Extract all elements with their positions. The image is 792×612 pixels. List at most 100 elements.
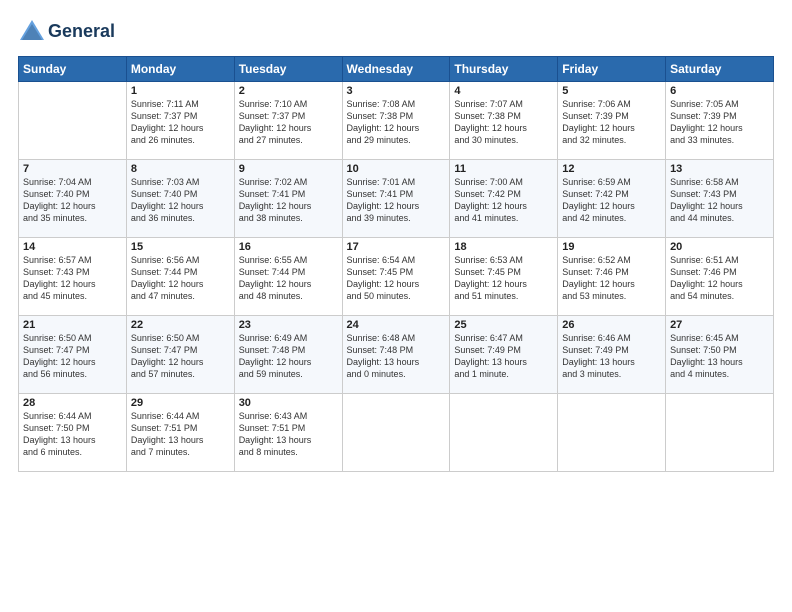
day-number: 22: [131, 319, 230, 331]
calendar-cell: 14Sunrise: 6:57 AM Sunset: 7:43 PM Dayli…: [19, 238, 127, 316]
day-number: 27: [670, 319, 769, 331]
header-row: SundayMondayTuesdayWednesdayThursdayFrid…: [19, 57, 774, 82]
day-number: 30: [239, 397, 338, 409]
calendar-cell: 27Sunrise: 6:45 AM Sunset: 7:50 PM Dayli…: [666, 316, 774, 394]
calendar-cell: 20Sunrise: 6:51 AM Sunset: 7:46 PM Dayli…: [666, 238, 774, 316]
day-content: Sunrise: 7:06 AM Sunset: 7:39 PM Dayligh…: [562, 98, 661, 147]
day-content: Sunrise: 7:11 AM Sunset: 7:37 PM Dayligh…: [131, 98, 230, 147]
day-number: 2: [239, 85, 338, 97]
day-content: Sunrise: 6:57 AM Sunset: 7:43 PM Dayligh…: [23, 254, 122, 303]
day-content: Sunrise: 6:44 AM Sunset: 7:50 PM Dayligh…: [23, 410, 122, 459]
day-content: Sunrise: 7:02 AM Sunset: 7:41 PM Dayligh…: [239, 176, 338, 225]
day-content: Sunrise: 6:43 AM Sunset: 7:51 PM Dayligh…: [239, 410, 338, 459]
day-number: 28: [23, 397, 122, 409]
calendar-cell: 15Sunrise: 6:56 AM Sunset: 7:44 PM Dayli…: [126, 238, 234, 316]
week-row-2: 7Sunrise: 7:04 AM Sunset: 7:40 PM Daylig…: [19, 160, 774, 238]
day-content: Sunrise: 7:03 AM Sunset: 7:40 PM Dayligh…: [131, 176, 230, 225]
week-row-1: 1Sunrise: 7:11 AM Sunset: 7:37 PM Daylig…: [19, 82, 774, 160]
day-number: 23: [239, 319, 338, 331]
day-number: 3: [347, 85, 446, 97]
calendar-cell: [19, 82, 127, 160]
col-header-wednesday: Wednesday: [342, 57, 450, 82]
calendar-cell: 1Sunrise: 7:11 AM Sunset: 7:37 PM Daylig…: [126, 82, 234, 160]
calendar-cell: [450, 394, 558, 472]
day-content: Sunrise: 6:47 AM Sunset: 7:49 PM Dayligh…: [454, 332, 553, 381]
day-number: 21: [23, 319, 122, 331]
day-number: 13: [670, 163, 769, 175]
calendar-cell: 28Sunrise: 6:44 AM Sunset: 7:50 PM Dayli…: [19, 394, 127, 472]
calendar-cell: 12Sunrise: 6:59 AM Sunset: 7:42 PM Dayli…: [558, 160, 666, 238]
calendar-cell: 19Sunrise: 6:52 AM Sunset: 7:46 PM Dayli…: [558, 238, 666, 316]
calendar-cell: 25Sunrise: 6:47 AM Sunset: 7:49 PM Dayli…: [450, 316, 558, 394]
day-content: Sunrise: 7:10 AM Sunset: 7:37 PM Dayligh…: [239, 98, 338, 147]
calendar-cell: 23Sunrise: 6:49 AM Sunset: 7:48 PM Dayli…: [234, 316, 342, 394]
day-content: Sunrise: 6:52 AM Sunset: 7:46 PM Dayligh…: [562, 254, 661, 303]
day-number: 26: [562, 319, 661, 331]
day-content: Sunrise: 6:51 AM Sunset: 7:46 PM Dayligh…: [670, 254, 769, 303]
week-row-4: 21Sunrise: 6:50 AM Sunset: 7:47 PM Dayli…: [19, 316, 774, 394]
day-number: 11: [454, 163, 553, 175]
day-number: 4: [454, 85, 553, 97]
day-content: Sunrise: 6:48 AM Sunset: 7:48 PM Dayligh…: [347, 332, 446, 381]
day-number: 7: [23, 163, 122, 175]
calendar-cell: 7Sunrise: 7:04 AM Sunset: 7:40 PM Daylig…: [19, 160, 127, 238]
day-content: Sunrise: 6:45 AM Sunset: 7:50 PM Dayligh…: [670, 332, 769, 381]
calendar-cell: 5Sunrise: 7:06 AM Sunset: 7:39 PM Daylig…: [558, 82, 666, 160]
calendar-cell: 3Sunrise: 7:08 AM Sunset: 7:38 PM Daylig…: [342, 82, 450, 160]
col-header-monday: Monday: [126, 57, 234, 82]
calendar-cell: 2Sunrise: 7:10 AM Sunset: 7:37 PM Daylig…: [234, 82, 342, 160]
calendar-table: SundayMondayTuesdayWednesdayThursdayFrid…: [18, 56, 774, 472]
week-row-5: 28Sunrise: 6:44 AM Sunset: 7:50 PM Dayli…: [19, 394, 774, 472]
calendar-cell: 9Sunrise: 7:02 AM Sunset: 7:41 PM Daylig…: [234, 160, 342, 238]
day-content: Sunrise: 7:07 AM Sunset: 7:38 PM Dayligh…: [454, 98, 553, 147]
calendar-cell: 17Sunrise: 6:54 AM Sunset: 7:45 PM Dayli…: [342, 238, 450, 316]
day-content: Sunrise: 6:50 AM Sunset: 7:47 PM Dayligh…: [131, 332, 230, 381]
day-number: 8: [131, 163, 230, 175]
day-content: Sunrise: 6:46 AM Sunset: 7:49 PM Dayligh…: [562, 332, 661, 381]
calendar-cell: 26Sunrise: 6:46 AM Sunset: 7:49 PM Dayli…: [558, 316, 666, 394]
header: General: [18, 18, 774, 46]
logo-icon: [18, 18, 46, 46]
day-number: 19: [562, 241, 661, 253]
calendar-cell: 29Sunrise: 6:44 AM Sunset: 7:51 PM Dayli…: [126, 394, 234, 472]
logo-text: General: [48, 22, 115, 42]
day-content: Sunrise: 7:01 AM Sunset: 7:41 PM Dayligh…: [347, 176, 446, 225]
day-number: 24: [347, 319, 446, 331]
day-number: 17: [347, 241, 446, 253]
col-header-thursday: Thursday: [450, 57, 558, 82]
calendar-cell: 30Sunrise: 6:43 AM Sunset: 7:51 PM Dayli…: [234, 394, 342, 472]
day-number: 20: [670, 241, 769, 253]
day-number: 6: [670, 85, 769, 97]
day-content: Sunrise: 6:54 AM Sunset: 7:45 PM Dayligh…: [347, 254, 446, 303]
calendar-cell: 22Sunrise: 6:50 AM Sunset: 7:47 PM Dayli…: [126, 316, 234, 394]
day-number: 14: [23, 241, 122, 253]
col-header-tuesday: Tuesday: [234, 57, 342, 82]
day-content: Sunrise: 6:49 AM Sunset: 7:48 PM Dayligh…: [239, 332, 338, 381]
calendar-cell: 18Sunrise: 6:53 AM Sunset: 7:45 PM Dayli…: [450, 238, 558, 316]
day-content: Sunrise: 6:50 AM Sunset: 7:47 PM Dayligh…: [23, 332, 122, 381]
day-number: 16: [239, 241, 338, 253]
calendar-cell: [558, 394, 666, 472]
day-content: Sunrise: 7:00 AM Sunset: 7:42 PM Dayligh…: [454, 176, 553, 225]
col-header-friday: Friday: [558, 57, 666, 82]
calendar-cell: 16Sunrise: 6:55 AM Sunset: 7:44 PM Dayli…: [234, 238, 342, 316]
day-number: 10: [347, 163, 446, 175]
calendar-cell: 24Sunrise: 6:48 AM Sunset: 7:48 PM Dayli…: [342, 316, 450, 394]
day-content: Sunrise: 6:58 AM Sunset: 7:43 PM Dayligh…: [670, 176, 769, 225]
calendar-cell: 8Sunrise: 7:03 AM Sunset: 7:40 PM Daylig…: [126, 160, 234, 238]
day-number: 9: [239, 163, 338, 175]
day-content: Sunrise: 6:59 AM Sunset: 7:42 PM Dayligh…: [562, 176, 661, 225]
day-content: Sunrise: 6:44 AM Sunset: 7:51 PM Dayligh…: [131, 410, 230, 459]
calendar-cell: 21Sunrise: 6:50 AM Sunset: 7:47 PM Dayli…: [19, 316, 127, 394]
day-number: 25: [454, 319, 553, 331]
logo: General: [18, 18, 115, 46]
day-content: Sunrise: 6:55 AM Sunset: 7:44 PM Dayligh…: [239, 254, 338, 303]
page: General SundayMondayTuesdayWednesdayThur…: [0, 0, 792, 612]
day-number: 12: [562, 163, 661, 175]
col-header-sunday: Sunday: [19, 57, 127, 82]
calendar-cell: 6Sunrise: 7:05 AM Sunset: 7:39 PM Daylig…: [666, 82, 774, 160]
calendar-cell: [342, 394, 450, 472]
calendar-cell: 4Sunrise: 7:07 AM Sunset: 7:38 PM Daylig…: [450, 82, 558, 160]
col-header-saturday: Saturday: [666, 57, 774, 82]
day-content: Sunrise: 7:05 AM Sunset: 7:39 PM Dayligh…: [670, 98, 769, 147]
